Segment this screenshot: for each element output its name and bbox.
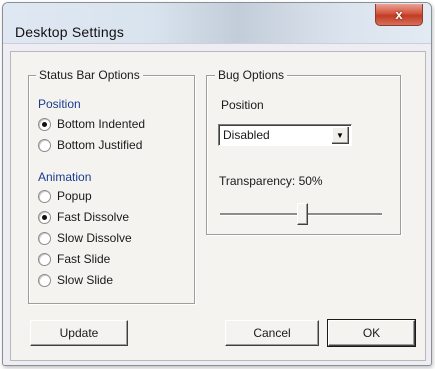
- ok-button[interactable]: OK: [327, 319, 416, 347]
- bug-options-group: Bug Options Position Disabled ▼ Transpar…: [206, 68, 401, 235]
- radio-label: Slow Dissolve: [57, 231, 132, 245]
- transparency-label: Transparency: 50%: [219, 174, 323, 188]
- close-button[interactable]: x: [375, 4, 423, 26]
- radio-slow-dissolve[interactable]: Slow Dissolve: [38, 231, 132, 245]
- update-button[interactable]: Update: [30, 320, 128, 346]
- radio-popup[interactable]: Popup: [38, 189, 92, 203]
- window-title: Desktop Settings: [15, 24, 125, 40]
- radio-label: Bottom Justified: [57, 138, 143, 152]
- status-bar-options-group: Status Bar Options Position Bottom Inden…: [28, 68, 195, 304]
- desktop-settings-dialog: Desktop Settings x Status Bar Options Po…: [2, 2, 432, 366]
- select-value: Disabled: [223, 128, 270, 142]
- radio-button[interactable]: [38, 117, 51, 131]
- radio-label: Fast Dissolve: [57, 210, 130, 224]
- dialog-client-area: Status Bar Options Position Bottom Inden…: [10, 51, 426, 361]
- radio-button[interactable]: [38, 252, 51, 266]
- bug-position-label: Position: [221, 98, 264, 112]
- radio-button[interactable]: [38, 231, 51, 245]
- title-bar[interactable]: Desktop Settings x: [3, 3, 431, 44]
- radio-fast-dissolve[interactable]: Fast Dissolve: [38, 210, 129, 224]
- radio-button[interactable]: [38, 189, 51, 203]
- radio-button[interactable]: [38, 210, 51, 224]
- radio-label: Popup: [57, 189, 92, 203]
- radio-bottom-indented[interactable]: Bottom Indented: [38, 117, 145, 131]
- radio-bottom-justified[interactable]: Bottom Justified: [38, 138, 142, 152]
- dropdown-arrow-icon[interactable]: ▼: [332, 127, 349, 144]
- close-icon: x: [395, 7, 403, 22]
- radio-button[interactable]: [38, 138, 51, 152]
- radio-slow-slide[interactable]: Slow Slide: [38, 273, 113, 287]
- status-bar-options-legend: Status Bar Options: [36, 68, 143, 82]
- radio-fast-slide[interactable]: Fast Slide: [38, 252, 110, 266]
- radio-label: Slow Slide: [57, 273, 114, 287]
- radio-label: Bottom Indented: [57, 117, 146, 131]
- status-position-label: Position: [38, 97, 81, 111]
- animation-label: Animation: [38, 170, 92, 184]
- radio-label: Fast Slide: [57, 252, 111, 266]
- radio-button[interactable]: [38, 273, 51, 287]
- cancel-button[interactable]: Cancel: [225, 320, 319, 346]
- bug-options-legend: Bug Options: [215, 68, 288, 82]
- transparency-slider-thumb[interactable]: [296, 203, 308, 225]
- bug-position-select[interactable]: Disabled ▼: [218, 124, 352, 146]
